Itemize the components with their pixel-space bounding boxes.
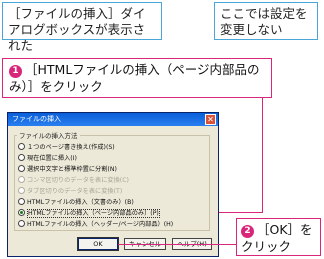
radio-icon <box>18 165 25 172</box>
radio-icon <box>18 198 25 205</box>
radio-icon <box>18 187 25 194</box>
insert-file-dialog: ファイルの挿入 ✕ ファイルの挿入方法 １つのページ書き換え(作成)(S) 現在… <box>7 112 219 257</box>
option-label: 現在位置に挿入(I) <box>27 155 77 162</box>
option-insert-at-cursor[interactable]: 現在位置に挿入(I) <box>18 153 77 162</box>
note-no-change: ここでは設定を変更しない <box>214 2 318 40</box>
note-dialog-shown-text: ［ファイルの挿入］ダイアログボックスが表示された <box>8 6 146 53</box>
ok-button[interactable]: OK <box>77 237 119 251</box>
option-label: 選択中文字と標準枠置に分割(N) <box>27 166 117 173</box>
step-2-badge: 2 <box>241 225 254 238</box>
note-no-change-text: ここでは設定を変更しない <box>220 6 308 37</box>
radio-icon <box>18 176 25 183</box>
callout-2-leader <box>118 244 236 245</box>
radio-selected-icon <box>18 209 25 216</box>
callout-step-1: 1 ［HTMLファイルの挿入（ページ内部品のみ）］をクリック <box>2 58 272 98</box>
option-label: １つのページ書き換え(作成)(S) <box>27 144 115 151</box>
radio-icon <box>18 220 25 227</box>
option-html-page-parts-only[interactable]: HTMLファイルの挿入（ページ内部品のみ）(P) <box>18 208 160 218</box>
option-label: HTMLファイルの挿入（ヘッダー/ページ内部品）(H) <box>27 221 174 228</box>
radio-icon <box>18 143 25 150</box>
option-label: HTMLファイルの挿入（文書のみ）(B) <box>27 199 134 206</box>
option-tab-to-table: タブ区切りのデータを表に変換(T) <box>18 186 122 195</box>
option-html-body-only[interactable]: HTMLファイルの挿入（文書のみ）(B) <box>18 197 134 206</box>
close-icon[interactable]: ✕ <box>205 114 216 125</box>
option-split-standard[interactable]: 選択中文字と標準枠置に分割(N) <box>18 164 117 173</box>
note-dialog-shown: ［ファイルの挿入］ダイアログボックスが表示された <box>2 2 162 53</box>
option-label: コンマ区切りのデータを表に変換(C) <box>27 177 129 184</box>
callout-step-1-text: ［HTMLファイルの挿入（ページ内部品のみ）］をクリック <box>9 62 260 94</box>
option-label: タブ区切りのデータを表に変換(T) <box>27 188 123 195</box>
dialog-titlebar: ファイルの挿入 ✕ <box>8 113 218 126</box>
step-1-badge: 1 <box>9 65 22 78</box>
callout-1-leader-v <box>262 98 263 212</box>
option-label: HTMLファイルの挿入（ページ内部品のみ）(P) <box>27 209 160 218</box>
insert-method-group-label: ファイルの挿入方法 <box>17 130 80 140</box>
option-comma-to-table: コンマ区切りのデータを表に変換(C) <box>18 175 129 184</box>
option-html-header-parts[interactable]: HTMLファイルの挿入（ヘッダー/ページ内部品）(H) <box>18 219 173 228</box>
option-replace-page[interactable]: １つのページ書き換え(作成)(S) <box>18 142 115 151</box>
callout-step-2: 2 ［OK］をクリック <box>236 218 321 256</box>
radio-icon <box>18 154 25 161</box>
dialog-title: ファイルの挿入 <box>12 115 61 123</box>
